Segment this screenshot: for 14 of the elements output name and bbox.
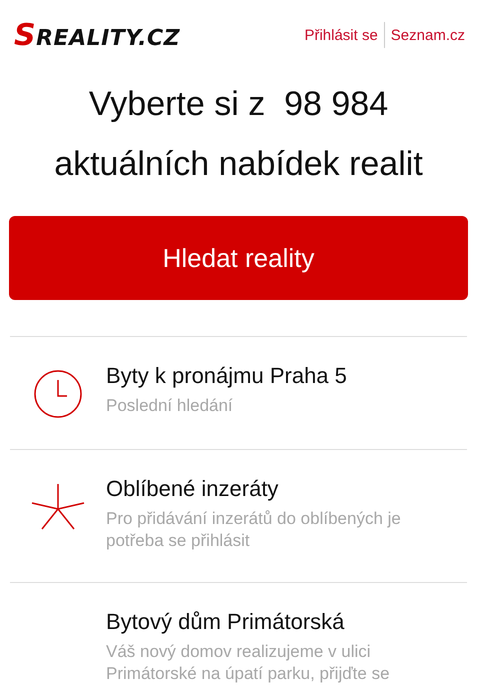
star-icon — [30, 482, 86, 532]
item-subtitle: Pro přidávání inzerátů do oblíbených je potřeba se přihlásit — [106, 508, 402, 552]
headline: Vyberte si z 98 984 — [88, 84, 390, 125]
header-link[interactable]: Seznam.cz — [384, 26, 471, 44]
logo[interactable]: SREALITY.CZ — [14, 18, 180, 52]
item-subtitle: Poslední hledání — [106, 395, 234, 417]
item-title[interactable]: Bytový dům Primátorská — [106, 609, 467, 635]
headline: aktuálních nabídek realit — [53, 144, 424, 185]
item-subtitle: Váš nový domov realizujeme v ulici Primátorské na úpatí parku, přijďte se — [106, 641, 391, 685]
header-link[interactable]: Přihlásit se — [298, 26, 384, 44]
search-button[interactable]: Hledat reality — [9, 216, 468, 300]
item-title[interactable]: Byty k pronájmu Praha 5 — [106, 363, 467, 389]
clock-icon — [33, 369, 83, 419]
item-title[interactable]: Oblíbené inzeráty — [106, 476, 467, 502]
